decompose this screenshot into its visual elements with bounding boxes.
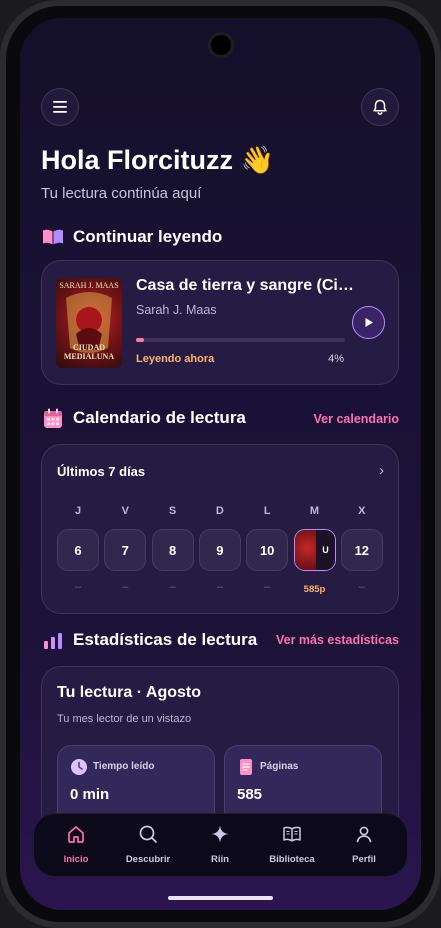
calendar-card: Últimos 7 días › J 6 – V 7 – S 8 – D 9 – L 10 – M U 585p X… [41, 444, 399, 614]
bar-chart-icon [42, 629, 64, 651]
continue-reading-heading: Continuar leyendo [42, 226, 222, 248]
nav-label-riin: Riin [211, 854, 229, 865]
day-letter: J [74, 505, 82, 517]
search-icon [139, 825, 157, 843]
pages-icon [240, 759, 252, 775]
day-cell[interactable]: 6 [57, 529, 99, 571]
time-read-label: Tiempo leído [93, 761, 155, 772]
stats-card-subtitle: Tu mes lector de un vistazo [57, 713, 192, 725]
app-screen: Hola Florcituzz 👋 Tu lectura continúa aq… [20, 18, 421, 910]
reading-progress-fill [136, 338, 145, 342]
chevron-right-icon[interactable]: › [379, 462, 384, 479]
day-letter: D [215, 505, 224, 517]
pages-label: Páginas [260, 761, 299, 772]
day-number: 6 [74, 542, 82, 558]
day-number: 9 [216, 542, 224, 558]
continue-reading-label: Continuar leyendo [73, 227, 223, 246]
day-letter: S [168, 505, 177, 517]
day-cell[interactable]: 8 [151, 529, 194, 571]
day-letter: L [263, 505, 271, 517]
day-cell[interactable]: 9 [198, 529, 241, 571]
reading-percent: 4% [328, 353, 344, 365]
nav-label-inicio: Inicio [63, 854, 89, 865]
day-no-reading: – [122, 581, 129, 593]
book-cover[interactable]: SARAH J. MAAS CIUDAD MEDIALUNA [56, 278, 122, 368]
book-author: Sarah J. Maas [136, 303, 217, 317]
calendar-icon [42, 407, 64, 429]
day-cell[interactable]: 12 [340, 529, 383, 571]
play-icon [365, 318, 373, 327]
day-letter: V [121, 505, 129, 517]
day-number: 8 [168, 542, 177, 558]
continue-reading-button[interactable] [352, 306, 385, 339]
user-icon [356, 826, 372, 843]
day-number: 10 [259, 542, 275, 558]
day-cell-active[interactable]: U [293, 529, 336, 571]
book-title[interactable]: Casa de tierra y sangre (Ciudad Medialun… [136, 277, 356, 295]
reading-progress-bar [136, 338, 345, 342]
nav-item-biblioteca[interactable]: Biblioteca [256, 822, 328, 872]
day-no-reading: – [169, 581, 176, 593]
nav-label-biblioteca: Biblioteca [269, 854, 315, 865]
reading-status: Leyendo ahora [136, 353, 215, 365]
hamburger-icon [53, 101, 67, 113]
calendar-heading: Calendario de lectura [42, 407, 246, 429]
cover-title: CIUDAD MEDIALUNA [63, 343, 115, 361]
day-letter: X [358, 505, 366, 517]
day-book-thumbnail [294, 530, 316, 570]
cover-author: SARAH J. MAAS [59, 281, 119, 290]
open-book-icon [42, 226, 64, 248]
day-no-reading: – [358, 581, 365, 593]
day-number: 12 [354, 542, 370, 558]
pages-value: 585 [237, 786, 263, 803]
view-calendar-link[interactable]: Ver calendario [314, 412, 399, 426]
sparkle-icon [211, 825, 229, 843]
greeting-title: Hola Florcituzz 👋 [41, 145, 275, 175]
view-more-stats-link[interactable]: Ver más estadísticas [276, 633, 399, 647]
time-read-value: 0 min [70, 786, 110, 803]
nav-label-descubrir: Descubrir [125, 854, 171, 865]
day-cell[interactable]: 10 [246, 529, 289, 571]
front-camera [208, 32, 234, 58]
week-range-label: Últimos 7 días [57, 464, 146, 479]
nav-label-perfil: Perfil [352, 854, 376, 865]
bottom-navigation: Inicio Descubrir Riin Biblioteca Perfil [33, 813, 408, 877]
stats-heading: Estadísticas de lectura [42, 629, 257, 651]
day-letter: M [309, 505, 320, 517]
day-number: 7 [121, 542, 129, 558]
bell-icon [373, 99, 387, 115]
day-pages-read: 585p [303, 584, 326, 595]
stats-heading-label: Estadísticas de lectura [73, 630, 258, 649]
day-no-reading: – [264, 581, 271, 593]
current-book-card[interactable]: SARAH J. MAAS CIUDAD MEDIALUNA Casa de t… [41, 260, 399, 385]
phone-frame: Hola Florcituzz 👋 Tu lectura continúa aq… [0, 0, 441, 928]
nav-item-descubrir[interactable]: Descubrir [112, 822, 184, 872]
nav-item-riin[interactable]: Riin [184, 822, 256, 872]
home-indicator[interactable] [168, 896, 273, 900]
notifications-button[interactable] [361, 88, 399, 126]
menu-button[interactable] [41, 88, 79, 126]
greeting-subtitle: Tu lectura continúa aquí [41, 185, 202, 202]
calendar-heading-label: Calendario de lectura [73, 408, 246, 427]
nav-item-perfil[interactable]: Perfil [328, 822, 400, 872]
clock-icon [71, 759, 87, 775]
stats-card-title: Tu lectura · Agosto [57, 684, 201, 701]
book-open-icon [283, 826, 301, 842]
day-no-reading: – [216, 581, 223, 593]
day-no-reading: – [74, 581, 82, 593]
day-cell[interactable]: 7 [104, 529, 147, 571]
home-icon [68, 826, 84, 843]
day-number: U [315, 530, 335, 570]
nav-item-inicio[interactable]: Inicio [40, 822, 112, 872]
